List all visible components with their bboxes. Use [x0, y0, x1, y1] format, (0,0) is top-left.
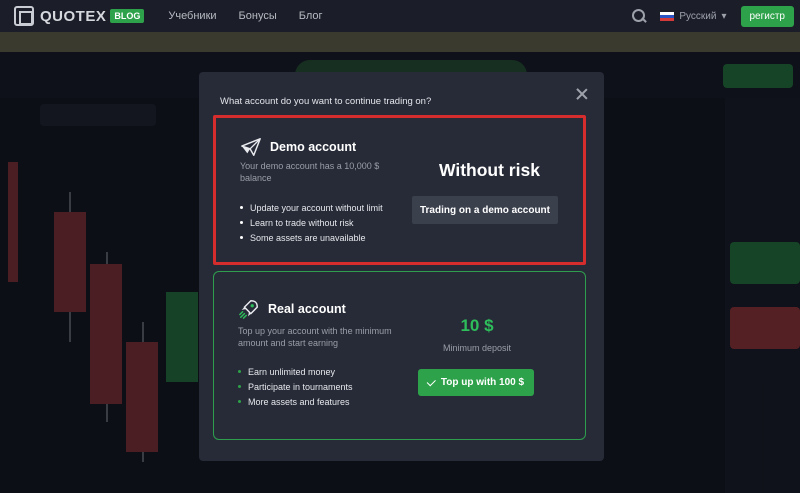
list-item: More assets and features	[238, 394, 353, 409]
nav-link-blog[interactable]: Блог	[299, 10, 323, 22]
top-navigation: QUOTEX BLOG Учебники Бонусы Блог Русский…	[0, 0, 800, 32]
bullet-icon	[240, 236, 243, 239]
real-account-description: Top up your account with the minimum amo…	[238, 326, 392, 348]
demo-account-description: Your demo account has a 10,000 $ balance	[240, 161, 380, 183]
list-item: Update your account without limit	[240, 200, 383, 215]
real-account-title: Real account	[268, 302, 346, 316]
demo-feature-list: Update your account without limit Learn …	[240, 200, 383, 245]
nav-right: Русский ▾ регистр	[632, 5, 794, 27]
list-item: Some assets are unavailable	[240, 230, 383, 245]
top-up-button[interactable]: Top up with 100 $	[418, 369, 534, 396]
russian-flag-icon	[660, 11, 675, 21]
top-up-label: Top up with 100 $	[440, 377, 525, 388]
modal-question: What account do you want to continue tra…	[220, 96, 432, 107]
nav-link-tutorials[interactable]: Учебники	[168, 10, 216, 22]
trade-demo-button[interactable]: Trading on a demo account	[412, 196, 558, 224]
logo-text: QUOTEX	[40, 7, 107, 25]
nav-links: Учебники Бонусы Блог	[168, 10, 322, 22]
language-label: Русский	[679, 10, 717, 22]
logo[interactable]: QUOTEX BLOG	[14, 6, 145, 26]
bullet-icon	[240, 221, 243, 224]
account-choice-modal: What account do you want to continue tra…	[199, 72, 604, 461]
bullet-icon	[240, 206, 243, 209]
list-item: Participate in tournaments	[238, 379, 353, 394]
list-item: Learn to trade without risk	[240, 215, 383, 230]
list-item: Earn unlimited money	[238, 364, 353, 379]
real-account-card[interactable]: Real account Top up your account with th…	[213, 271, 586, 440]
language-selector[interactable]: Русский ▾	[660, 10, 727, 22]
demo-account-card[interactable]: Demo account Your demo account has a 10,…	[213, 115, 586, 265]
bullet-icon	[238, 400, 241, 403]
register-button[interactable]: регистр	[740, 5, 794, 27]
minimum-deposit-amount: 10 $	[460, 316, 494, 335]
search-icon[interactable]	[632, 9, 646, 23]
paper-plane-icon	[241, 138, 261, 156]
rocket-icon	[239, 300, 258, 319]
demo-account-title: Demo account	[270, 140, 357, 154]
demo-title-row: Demo account	[240, 136, 356, 158]
chevron-down-icon: ▾	[721, 10, 727, 22]
check-icon	[426, 377, 436, 387]
blog-badge: BLOG	[110, 9, 145, 23]
quotex-logo-icon	[14, 6, 34, 26]
bullet-icon	[238, 385, 241, 388]
close-icon[interactable]	[576, 88, 588, 100]
promo-strip	[0, 32, 800, 52]
minimum-deposit-label: Minimum deposit	[442, 343, 512, 353]
real-feature-list: Earn unlimited money Participate in tour…	[238, 364, 353, 409]
real-title-row: Real account	[238, 298, 346, 320]
nav-link-bonuses[interactable]: Бонусы	[239, 10, 277, 22]
bullet-icon	[238, 370, 241, 373]
without-risk-headline: Without risk	[439, 160, 540, 180]
